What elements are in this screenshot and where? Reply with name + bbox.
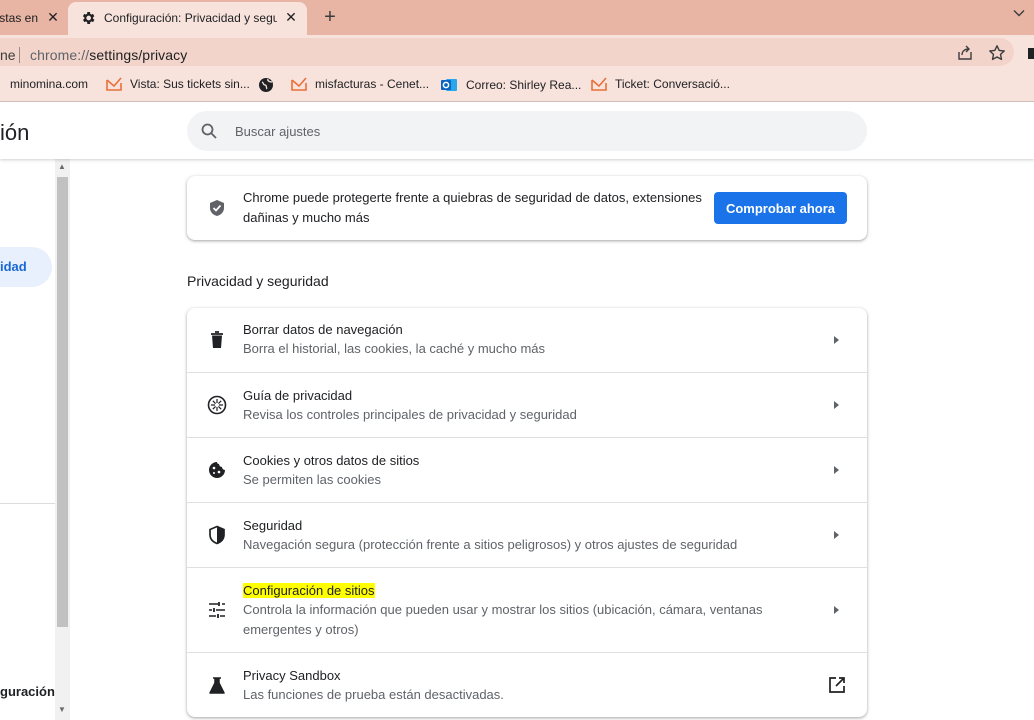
- section-title: Privacidad y seguridad: [187, 273, 329, 289]
- bookmark-item[interactable]: Ticket: Conversació...: [591, 77, 730, 91]
- extension-icon[interactable]: [1026, 46, 1034, 60]
- gear-icon: [82, 12, 95, 24]
- bookmark-label: Vista: Sus tickets sin...: [130, 77, 250, 91]
- arrow-right-icon: [834, 531, 839, 539]
- check-now-button[interactable]: Comprobar ahora: [714, 192, 847, 224]
- tab-inactive[interactable]: Listas en ✕: [0, 0, 68, 35]
- tune-icon: [209, 602, 225, 618]
- settings-row-security[interactable]: Seguridad Navegación segura (protección …: [187, 502, 867, 567]
- scroll-down-icon[interactable]: ▼: [58, 705, 66, 714]
- close-icon[interactable]: ✕: [45, 9, 61, 25]
- shield-check-icon: [210, 200, 224, 216]
- compass-icon: [207, 395, 227, 415]
- row-subtitle: Se permiten las cookies: [243, 472, 382, 487]
- bookmark-item[interactable]: [258, 77, 282, 93]
- bookmarks-bar: minomina.com Vista: Sus tickets sin... m…: [0, 69, 1034, 102]
- chevron-down-icon[interactable]: [1013, 7, 1025, 19]
- bookmark-label: Ticket: Conversació...: [615, 77, 730, 91]
- settings-sidebar: idad guración ▲ ▼: [0, 159, 70, 720]
- tab-settings[interactable]: Configuración: Privacidad y seguridad ✕: [68, 2, 307, 35]
- arrow-right-icon: [834, 466, 839, 474]
- zendesk-icon: [106, 77, 122, 91]
- close-icon[interactable]: ✕: [283, 9, 299, 25]
- search-box[interactable]: [187, 111, 867, 151]
- settings-header: ión: [0, 102, 1034, 159]
- url-path: settings/privacy: [89, 47, 188, 63]
- settings-row-clear-data[interactable]: Borrar datos de navegación Borra el hist…: [187, 308, 867, 372]
- privacy-card: Borrar datos de navegación Borra el hist…: [187, 308, 867, 717]
- share-icon[interactable]: [956, 44, 974, 62]
- bookmark-label: misfacturas - Cenet...: [315, 77, 430, 91]
- trash-icon: [211, 331, 223, 348]
- search-input[interactable]: [233, 111, 833, 151]
- arrow-right-icon: [834, 336, 839, 344]
- tab-strip: Listas en ✕ Configuración: Privacidad y …: [0, 0, 1034, 35]
- bookmark-item[interactable]: Vista: Sus tickets sin...: [106, 77, 250, 91]
- url-scheme: chrome://: [30, 47, 90, 63]
- new-tab-button[interactable]: +: [320, 6, 340, 28]
- row-subtitle: Controla la información que pueden usar …: [243, 602, 763, 637]
- row-subtitle: Navegación segura (protección frente a s…: [243, 537, 738, 552]
- settings-row-privacy-sandbox[interactable]: Privacy Sandbox Las funciones de prueba …: [187, 652, 867, 717]
- settings-row-cookies[interactable]: Cookies y otros datos de sitios Se permi…: [187, 437, 867, 502]
- tab-title: Listas en: [0, 11, 38, 25]
- bookmark-item[interactable]: Correo: Shirley Rea...: [441, 77, 581, 93]
- row-subtitle: Revisa los controles principales de priv…: [243, 407, 577, 422]
- row-title: Guía de privacidad: [243, 388, 353, 403]
- settings-row-site-settings[interactable]: Configuración de sitios Controla la info…: [187, 567, 867, 652]
- search-icon: [201, 123, 217, 139]
- row-title: Cookies y otros datos de sitios: [243, 453, 420, 468]
- sidebar-item-label: idad: [0, 259, 27, 274]
- open-in-new-icon[interactable]: [828, 676, 846, 694]
- flask-icon: [209, 677, 225, 694]
- star-icon[interactable]: [988, 44, 1006, 62]
- scrollbar-thumb[interactable]: [57, 177, 68, 627]
- row-title: Privacy Sandbox: [243, 668, 341, 683]
- sidebar-divider: [0, 503, 55, 504]
- page-title: ión: [0, 120, 30, 145]
- arrow-right-icon: [834, 606, 839, 614]
- bookmark-item[interactable]: misfacturas - Cenet...: [291, 77, 429, 91]
- shield-icon: [209, 525, 225, 545]
- cookie-icon: [209, 462, 225, 478]
- row-title: Configuración de sitios: [243, 583, 375, 598]
- toolbar: ne chrome://settings/privacy: [0, 35, 1034, 69]
- outlook-icon: [441, 79, 457, 91]
- tab-title: Configuración: Privacidad y seguridad: [104, 11, 277, 25]
- sidebar-item-label[interactable]: guración: [0, 684, 55, 699]
- settings-row-privacy-guide[interactable]: Guía de privacidad Revisa los controles …: [187, 372, 867, 437]
- bookmark-label: Correo: Shirley Rea...: [466, 78, 582, 92]
- row-subtitle: Las funciones de prueba están desactivad…: [243, 687, 504, 702]
- zendesk-icon: [591, 77, 607, 91]
- omnibox-separator: [19, 47, 20, 63]
- bookmark-item[interactable]: minomina.com: [10, 77, 88, 91]
- safety-check-card: Chrome puede protegerte frente a quiebra…: [187, 176, 867, 240]
- row-title: Borrar datos de navegación: [243, 322, 403, 337]
- safety-check-text: Chrome puede protegerte frente a quiebra…: [243, 190, 702, 225]
- row-subtitle: Borra el historial, las cookies, la cach…: [243, 341, 546, 356]
- omnibox-url[interactable]: chrome://settings/privacy: [30, 47, 187, 63]
- globe-icon: [259, 78, 273, 92]
- address-bar[interactable]: ne chrome://settings/privacy: [0, 38, 1014, 66]
- omnibox-site-label: ne: [0, 47, 16, 63]
- zendesk-icon: [291, 77, 307, 91]
- arrow-right-icon: [834, 401, 839, 409]
- row-title: Seguridad: [243, 518, 303, 533]
- scroll-up-icon[interactable]: ▲: [58, 162, 66, 171]
- bookmark-label: minomina.com: [10, 77, 89, 91]
